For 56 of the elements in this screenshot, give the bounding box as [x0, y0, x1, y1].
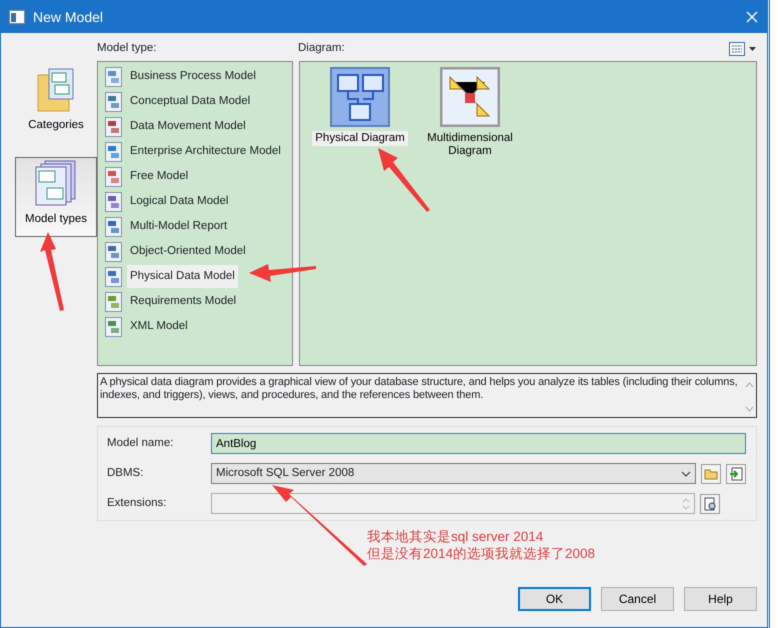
window-icon — [9, 10, 25, 24]
description-text: A physical data diagram provides a graphical view of your database structure, and helps you analyze its tables (including their columns, indexes, and triggers), views, and procedures, and the references between them. — [100, 376, 739, 403]
list-item[interactable]: Requirements Model — [127, 290, 240, 314]
list-item[interactable]: Multi-Model Report — [127, 215, 230, 238]
dialog-button[interactable]: OK — [518, 587, 591, 611]
list-item[interactable]: Object-Oriented Model — [127, 240, 249, 264]
model-icon — [102, 266, 124, 288]
window-title: New Model — [33, 8, 104, 26]
list-item[interactable]: Data Movement Model — [127, 115, 249, 138]
dialog-button[interactable]: Help — [684, 587, 757, 611]
model-icon — [102, 190, 124, 213]
model-icon — [102, 290, 124, 313]
browse-button[interactable] — [700, 494, 720, 514]
model-icon — [102, 240, 124, 263]
extensions-field[interactable] — [211, 493, 695, 514]
model-icon — [102, 90, 124, 113]
spin-arrows-icon — [682, 496, 690, 511]
diagram-item[interactable]: Physical Diagram — [312, 131, 408, 146]
scroll-arrows-icon — [745, 382, 754, 412]
list-item[interactable]: Logical Data Model — [127, 190, 232, 214]
model-icon — [102, 316, 124, 338]
import-icon — [729, 466, 743, 481]
dialog-button[interactable]: Cancel — [601, 587, 674, 611]
model-icon — [102, 116, 124, 138]
model-icon — [102, 140, 124, 163]
annotation-text: 我本地其实是sql server 2014 但是没有2014的选项我就选择了2008 — [367, 529, 596, 563]
field-label: Extensions: — [107, 496, 168, 512]
chevron-icon — [681, 470, 691, 477]
arrow — [249, 264, 316, 282]
model-type-label: Model type: — [97, 42, 156, 54]
field-label: DBMS: — [107, 466, 144, 482]
magnifier-icon — [703, 496, 717, 511]
model-icon — [102, 66, 124, 88]
close-icon[interactable] — [745, 10, 759, 24]
list-item[interactable]: Conceptual Data Model — [127, 90, 254, 114]
list-item[interactable]: Physical Data Model — [127, 265, 238, 288]
diagram-item[interactable]: Multidimensional Diagram — [420, 131, 520, 160]
model-icon — [102, 166, 124, 188]
list-item[interactable]: Enterprise Architecture Model — [127, 140, 284, 164]
list-item[interactable]: Business Process Model — [127, 65, 259, 88]
name-field[interactable]: AntBlog — [211, 433, 746, 454]
diagram-icon — [330, 67, 390, 128]
diagram-icon — [440, 67, 500, 128]
list-item[interactable]: Free Model — [127, 165, 192, 188]
field-label: Model name: — [107, 436, 174, 452]
open-folder-button[interactable] — [701, 464, 721, 484]
dbms-dropdown[interactable]: Microsoft SQL Server 2008 — [211, 463, 696, 484]
sidebar-item[interactable]: Model types — [15, 157, 97, 237]
diagram-label: Diagram: — [298, 41, 345, 56]
view-menu-icon[interactable] — [729, 42, 757, 56]
folder-icon — [704, 468, 718, 480]
import-button[interactable] — [726, 464, 746, 484]
sidebar-item[interactable]: Categories — [15, 63, 97, 143]
model-icon — [102, 216, 124, 238]
list-item[interactable]: XML Model — [127, 315, 191, 338]
arrow — [378, 148, 430, 212]
